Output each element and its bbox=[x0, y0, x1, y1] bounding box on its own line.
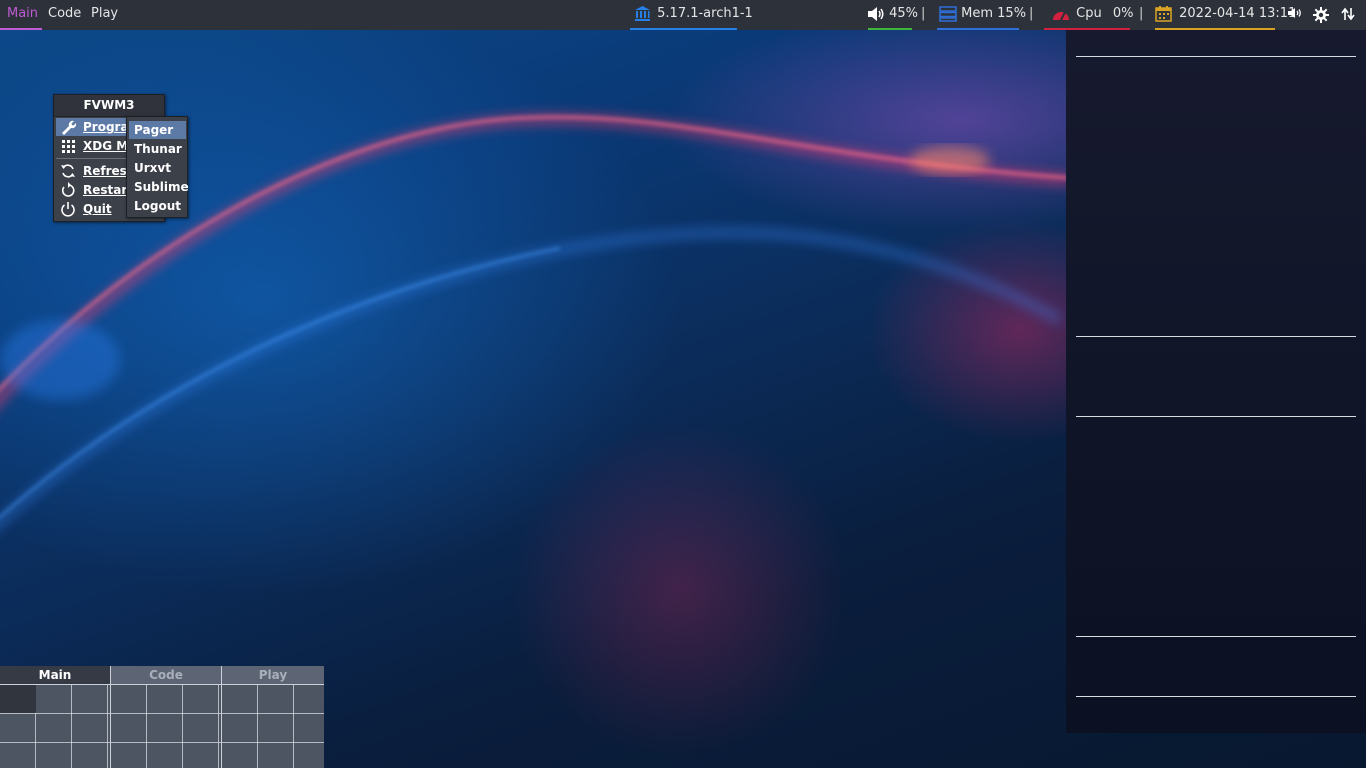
clock-widget[interactable]: 2022-04-14 13:11 bbox=[1155, 0, 1296, 30]
volume-tray-icon bbox=[1288, 8, 1301, 18]
divider bbox=[1076, 636, 1356, 637]
gear-icon bbox=[1313, 7, 1329, 23]
network-icon bbox=[1341, 7, 1355, 21]
separator: | bbox=[921, 6, 926, 21]
cpu-usage: 0% bbox=[1112, 6, 1134, 21]
calendar-icon bbox=[1155, 6, 1172, 22]
pager-desk-play[interactable]: Play bbox=[222, 666, 324, 768]
speaker-icon bbox=[868, 6, 884, 21]
divider bbox=[1076, 416, 1356, 417]
pager-desk-code[interactable]: Code bbox=[111, 666, 222, 768]
pager-current-page[interactable] bbox=[0, 685, 36, 713]
cpu-label: Cpu bbox=[1076, 6, 1102, 21]
submenu-item-logout[interactable]: Logout bbox=[129, 197, 186, 215]
volume-underline bbox=[868, 28, 912, 30]
pager-desk-label: Main bbox=[0, 666, 110, 685]
gauge-icon bbox=[1053, 11, 1069, 20]
cpu-widget[interactable]: Cpu 0% bbox=[1052, 0, 1133, 30]
submenu-item-pager[interactable]: Pager bbox=[129, 121, 186, 139]
bank-icon bbox=[635, 6, 650, 21]
divider bbox=[1076, 56, 1356, 57]
workspace-play[interactable]: Play bbox=[86, 0, 123, 30]
top-panel: Main Code Play 5.17.1-arch1-1 45% | Mem … bbox=[0, 0, 1366, 30]
divider bbox=[1076, 696, 1356, 697]
tray-network[interactable] bbox=[1341, 7, 1355, 23]
workspace-code[interactable]: Code bbox=[43, 0, 86, 30]
separator: | bbox=[1139, 6, 1144, 21]
programs-submenu: Pager Thunar Urxvt Sublime Logout bbox=[126, 116, 189, 218]
memory-underline bbox=[937, 28, 1019, 30]
volume-widget[interactable]: 45% bbox=[867, 0, 918, 30]
separator: | bbox=[1029, 6, 1034, 21]
pager-desk-label: Code bbox=[111, 666, 221, 685]
power-icon bbox=[61, 202, 75, 217]
divider bbox=[1076, 336, 1356, 337]
desktop-pager: Main Code Play bbox=[0, 666, 324, 768]
submenu-item-urxvt[interactable]: Urxvt bbox=[129, 159, 186, 177]
tray-settings[interactable] bbox=[1313, 7, 1329, 23]
memory-usage: Mem 15% bbox=[961, 6, 1027, 21]
memory-widget[interactable]: Mem 15% bbox=[939, 0, 1026, 30]
pager-page-grid[interactable] bbox=[222, 685, 324, 768]
kernel-underline bbox=[630, 28, 737, 30]
grid-icon bbox=[62, 140, 75, 153]
wrench-icon bbox=[62, 120, 76, 135]
pager-page-grid[interactable] bbox=[111, 685, 221, 768]
active-workspace-indicator bbox=[0, 28, 42, 30]
pager-desk-label: Play bbox=[222, 666, 324, 685]
restart-icon bbox=[61, 182, 75, 197]
submenu-item-sublime[interactable]: Sublime bbox=[129, 178, 189, 196]
kernel-version: 5.17.1-arch1-1 bbox=[657, 6, 753, 21]
server-icon bbox=[939, 5, 957, 22]
volume-level: 45% bbox=[889, 6, 919, 21]
date-time: 2022-04-14 13:11 bbox=[1179, 6, 1297, 21]
submenu-item-thunar[interactable]: Thunar bbox=[129, 140, 186, 158]
desktop-sidebar-panel bbox=[1066, 30, 1366, 733]
menu-item-label: Quit bbox=[83, 202, 112, 216]
pager-desk-main[interactable]: Main bbox=[0, 666, 111, 768]
refresh-icon bbox=[61, 164, 75, 178]
workspace-main[interactable]: Main bbox=[2, 0, 43, 30]
tray-volume[interactable] bbox=[1287, 7, 1302, 23]
kernel-widget[interactable]: 5.17.1-arch1-1 bbox=[634, 0, 753, 30]
menu-title: FVWM3 bbox=[54, 95, 164, 117]
